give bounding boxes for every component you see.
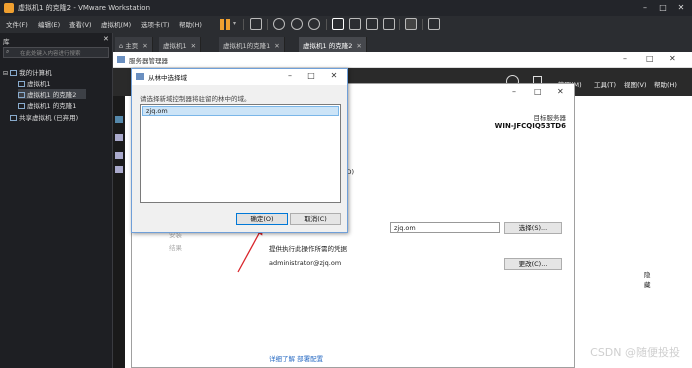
minimize-icon[interactable]: – <box>284 71 296 80</box>
domain-list[interactable]: zjq.om <box>140 104 341 203</box>
watermark: CSDN @随便投投 <box>590 346 680 359</box>
dialog-instruction: 请选择新域控制器将驻留的林中的域。 <box>140 95 251 103</box>
arrow-to-ok-button <box>237 226 263 273</box>
cancel-button[interactable]: 取消(C) <box>290 213 341 225</box>
dialog-title: 从林中选择域 <box>148 74 187 82</box>
maximize-icon[interactable]: □ <box>305 71 317 80</box>
dialog-icon <box>136 73 144 80</box>
select-domain-dialog: 从林中选择域 – □ ✕ 请选择新域控制器将驻留的林中的域。 zjq.om 确定… <box>131 68 348 233</box>
domain-list-item[interactable]: zjq.om <box>142 106 339 116</box>
close-icon[interactable]: ✕ <box>328 71 340 80</box>
dialog-titlebar: 从林中选择域 – □ ✕ <box>132 69 347 85</box>
ok-button[interactable]: 确定(O) <box>236 213 288 225</box>
